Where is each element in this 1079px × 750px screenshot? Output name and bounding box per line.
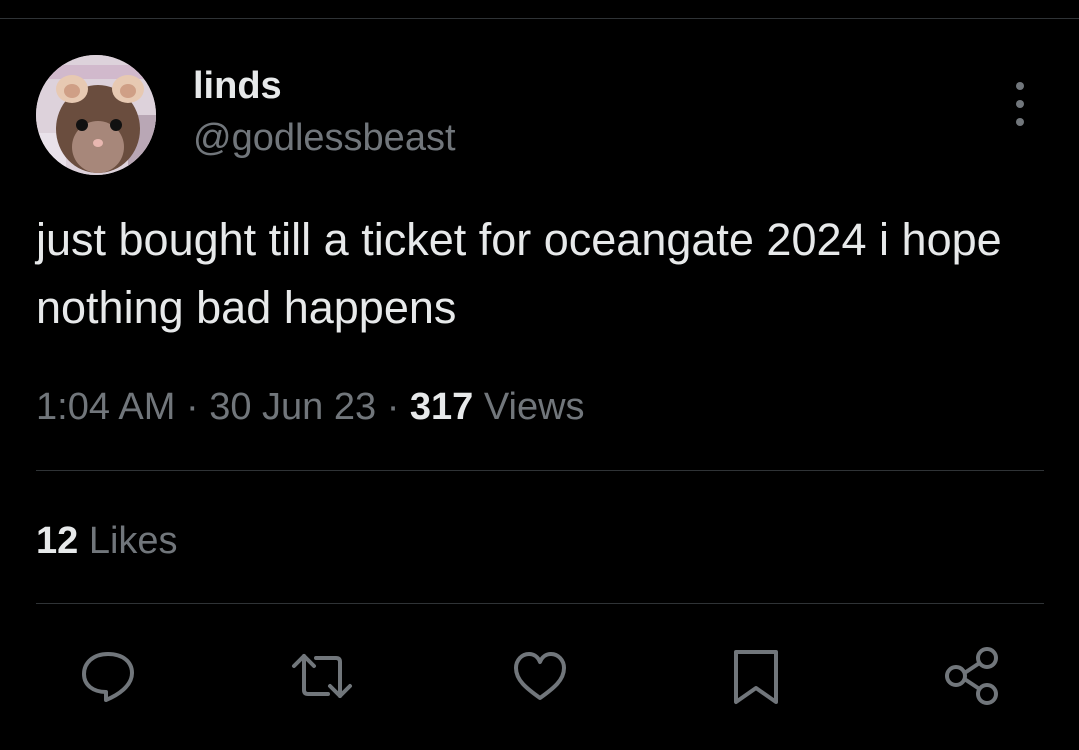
views-count: 317	[409, 386, 474, 428]
tweet-time[interactable]: 1:04 AM	[36, 386, 175, 428]
likes-count: 12	[36, 520, 79, 562]
user-handle[interactable]: @godlessbeast	[193, 114, 456, 162]
retweet-button[interactable]	[290, 644, 354, 708]
views-label: Views	[483, 386, 585, 428]
share-button[interactable]	[940, 644, 1004, 708]
likes-label: Likes	[88, 520, 178, 562]
avatar[interactable]	[36, 55, 156, 175]
top-divider	[0, 18, 1079, 19]
share-icon	[945, 647, 998, 705]
separator: ·	[386, 386, 400, 428]
reply-button[interactable]	[76, 644, 140, 708]
display-name[interactable]: linds	[193, 62, 282, 110]
tweet-text: just bought till a ticket for oceangate …	[36, 214, 1002, 333]
divider	[36, 603, 1044, 604]
reply-icon	[82, 652, 134, 702]
tweet-date[interactable]: 30 Jun 23	[209, 386, 376, 428]
divider	[36, 470, 1044, 471]
likes-link[interactable]: 12 Likes	[36, 516, 178, 566]
dot	[1016, 100, 1024, 108]
bookmark-button[interactable]	[724, 644, 788, 708]
separator: ·	[185, 386, 199, 428]
retweet-icon	[292, 654, 352, 698]
like-icon	[514, 652, 566, 700]
tweet-metadata: 1:04 AM · 30 Jun 23 · 317 Views	[36, 382, 585, 432]
bookmark-icon	[734, 650, 778, 704]
more-options-icon[interactable]	[1002, 82, 1038, 126]
dot	[1016, 118, 1024, 126]
like-button[interactable]	[508, 644, 572, 708]
hamster-avatar-image	[36, 55, 156, 175]
dot	[1016, 82, 1024, 90]
